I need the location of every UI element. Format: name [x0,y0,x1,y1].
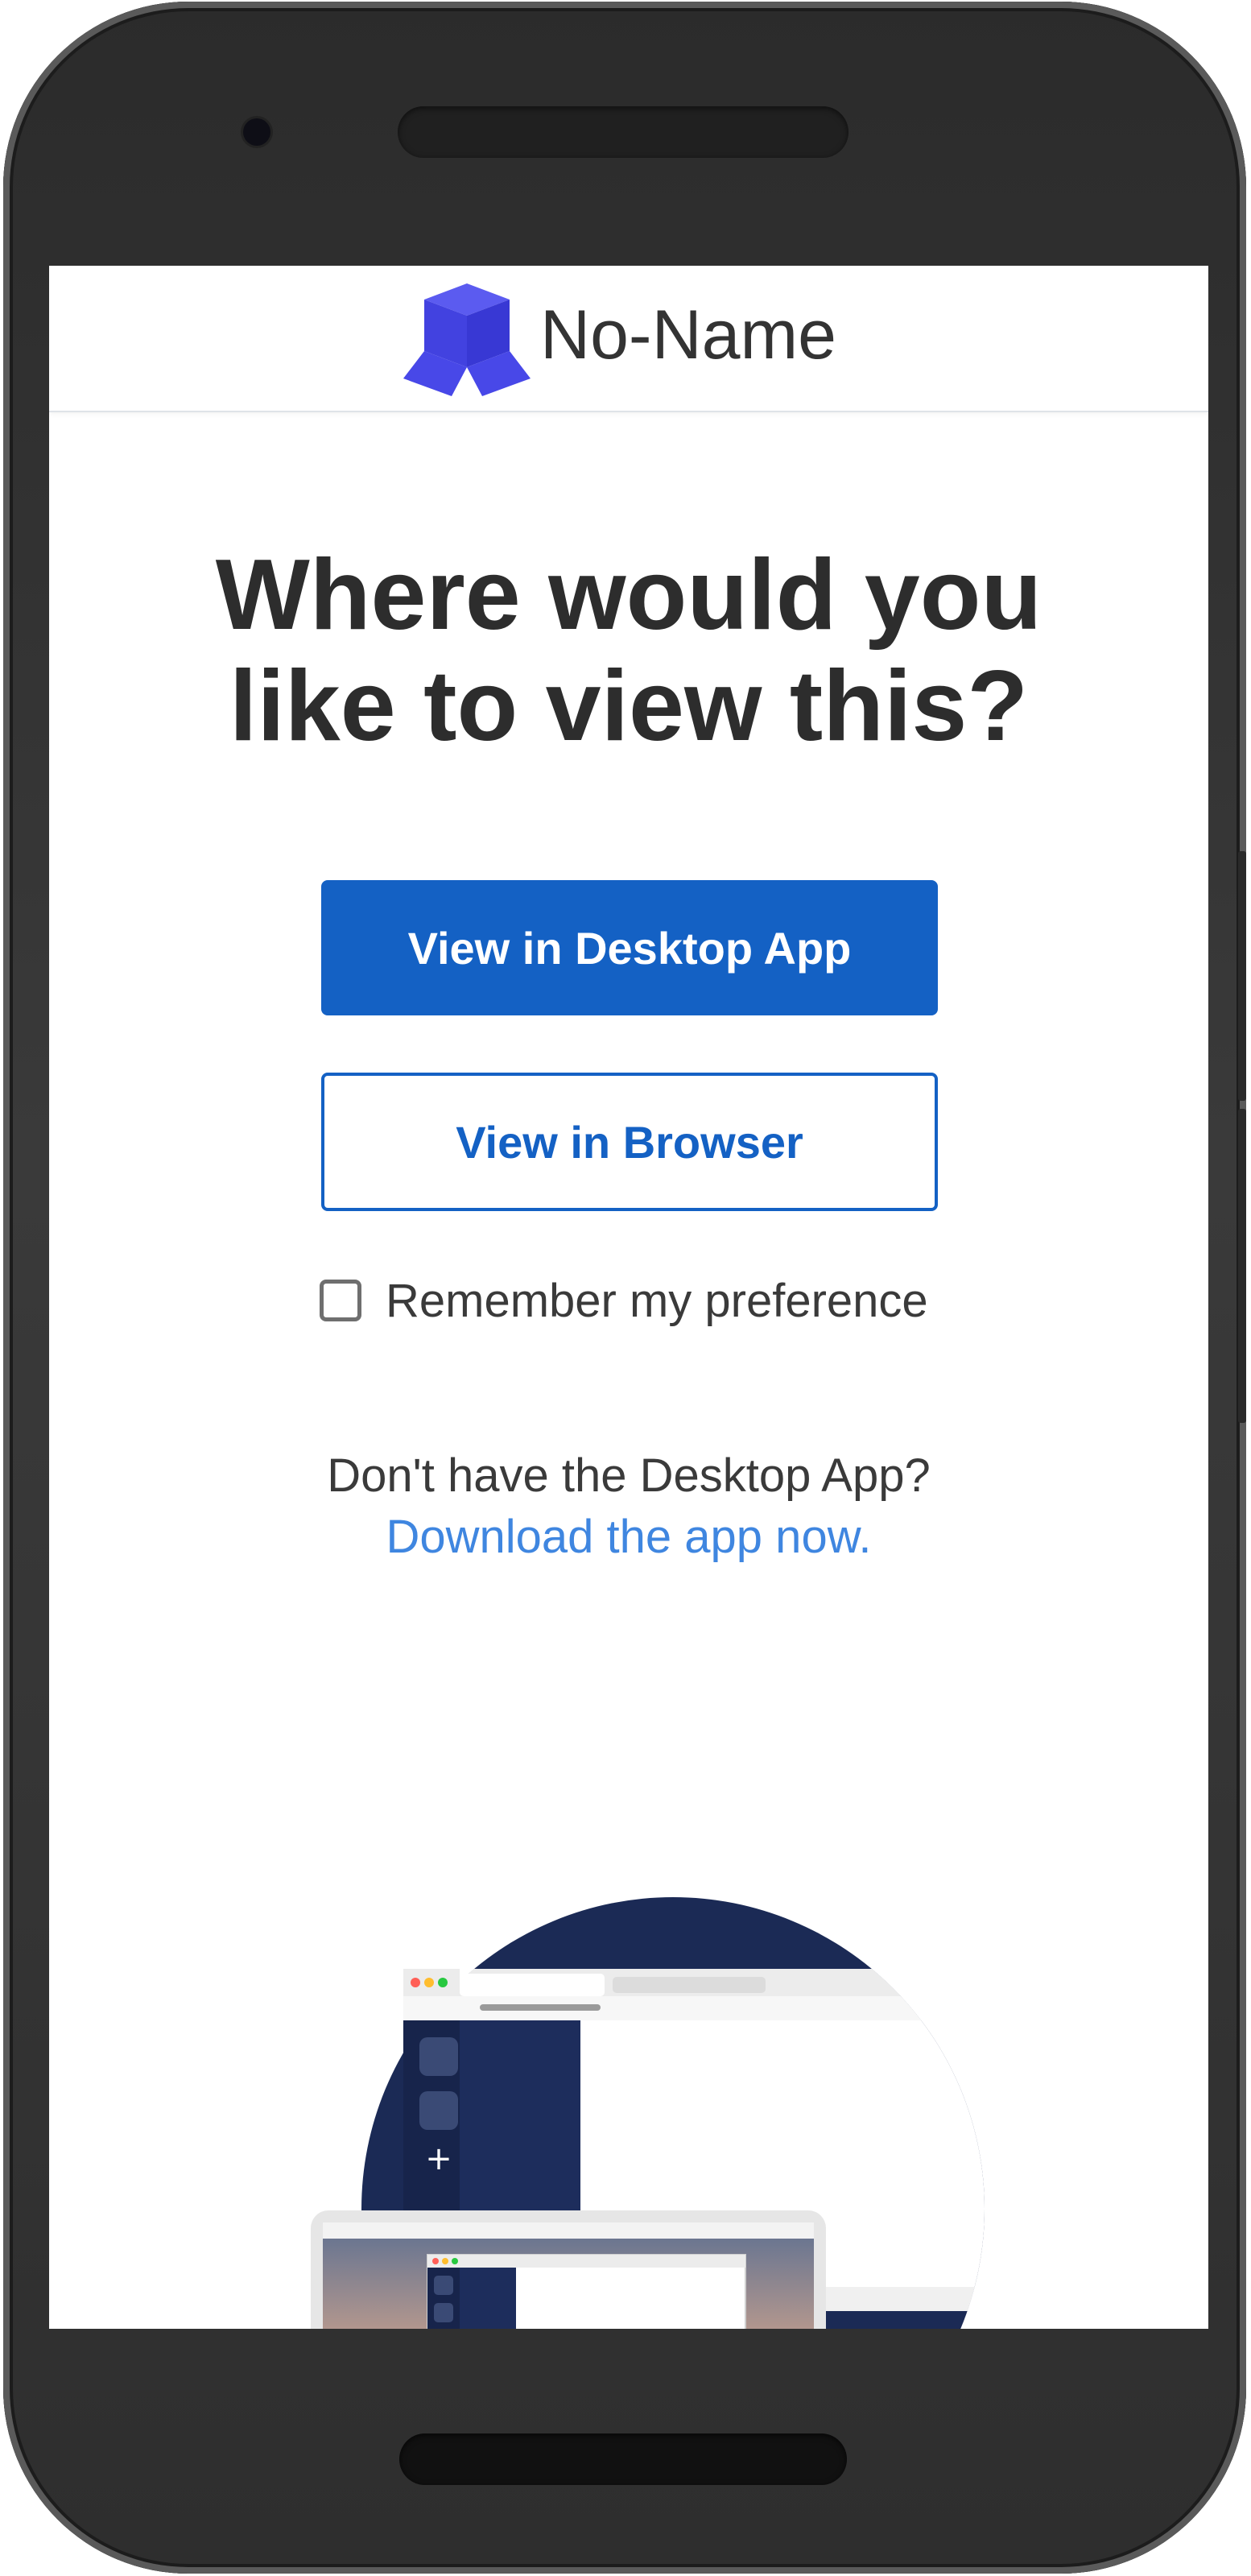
page-title: Where would you like to view this? [49,540,1208,762]
remember-preference-checkbox[interactable] [320,1280,361,1321]
remember-preference-label: Remember my preference [386,1274,928,1327]
download-app-link[interactable]: Download the app now. [49,1507,1208,1568]
remember-preference[interactable]: Remember my preference [320,1268,928,1333]
view-in-browser-button[interactable]: View in Browser [321,1073,938,1211]
title-line-2: like to view this? [229,651,1029,762]
desktop-app-illustration: + + [311,1897,985,2329]
phone-screen: No-Name Where would you like to view thi… [49,266,1208,2329]
svg-text:+: + [436,2326,451,2329]
app-name: No-Name [540,296,836,374]
cube-logo-icon [403,283,531,396]
app-header: No-Name [49,266,1208,412]
front-camera [243,118,270,146]
svg-text:+: + [425,2140,452,2177]
volume-button [1238,851,1246,1101]
phone-frame: No-Name Where would you like to view thi… [3,2,1246,2574]
no-desktop-app-text: Don't have the Desktop App? [327,1449,931,1502]
power-button [1238,1109,1246,1423]
view-in-desktop-app-button[interactable]: View in Desktop App [321,880,938,1015]
title-line-1: Where would you [215,540,1042,651]
earpiece-speaker [398,106,848,158]
bottom-speaker [399,2433,847,2485]
